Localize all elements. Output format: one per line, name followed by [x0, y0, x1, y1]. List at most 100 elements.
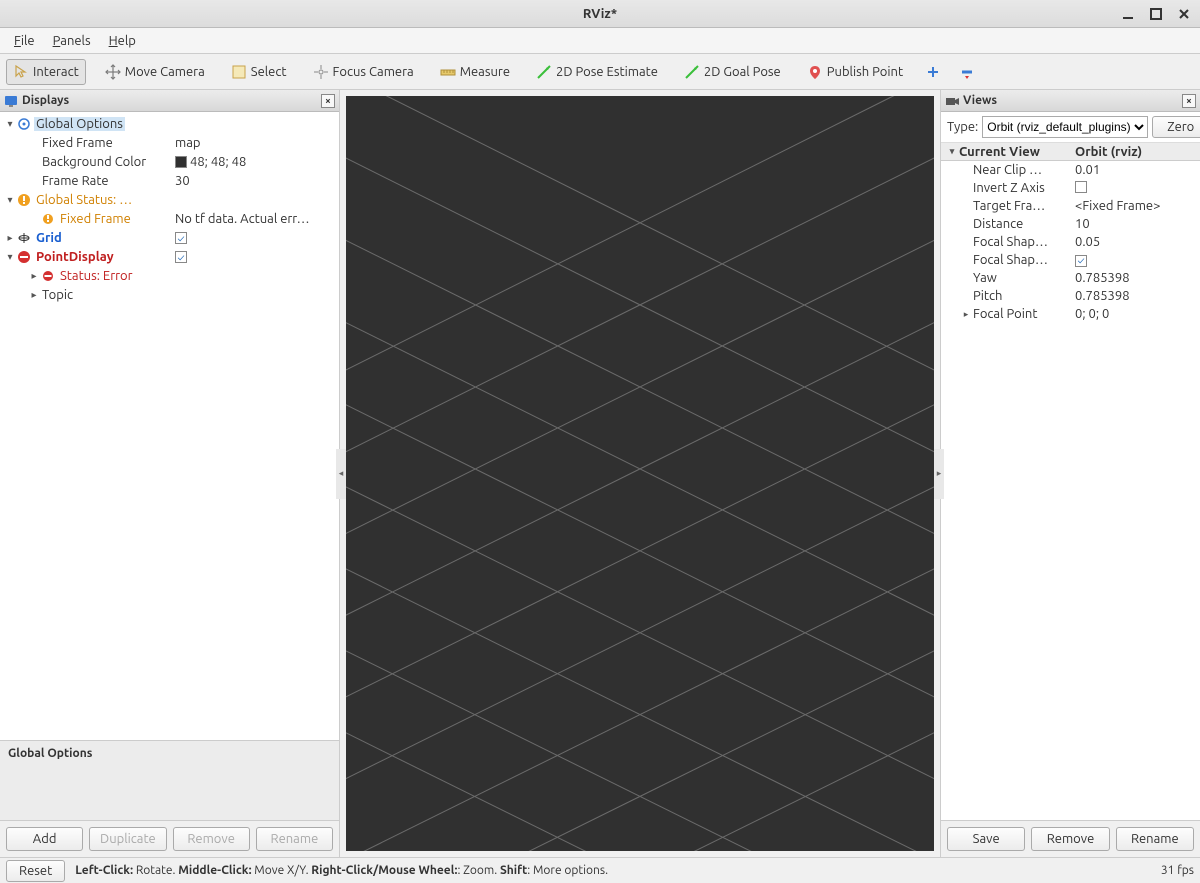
displays-buttons: Add Duplicate Remove Rename	[0, 820, 339, 857]
views-header[interactable]: Views ×	[941, 90, 1200, 112]
views-row[interactable]: Focal Shap… 0.05	[941, 233, 1200, 251]
grid-checkbox[interactable]: ✓	[175, 231, 187, 245]
views-row-key: Invert Z Axis	[973, 181, 1045, 195]
duplicate-button[interactable]: Duplicate	[89, 827, 166, 851]
views-close-icon[interactable]: ×	[1182, 94, 1196, 108]
frame-rate-label: Frame Rate	[40, 174, 111, 188]
pose-estimate-icon	[536, 64, 552, 80]
views-row[interactable]: Target Fra… <Fixed Frame>	[941, 197, 1200, 215]
menubar: File Panels Help	[0, 28, 1200, 54]
tool-publish-point[interactable]: Publish Point	[800, 59, 910, 85]
tool-select[interactable]: Select	[224, 59, 294, 85]
close-icon[interactable]	[1174, 6, 1194, 22]
left-splitter[interactable]: ◂	[336, 449, 346, 499]
bg-color-value: 48; 48; 48	[175, 155, 246, 169]
reset-button[interactable]: Reset	[6, 860, 65, 882]
pointdisplay-checkbox[interactable]: ✓	[175, 250, 187, 264]
views-title: Views	[963, 94, 997, 107]
tool-measure[interactable]: Measure	[433, 59, 517, 85]
camera-icon	[945, 94, 959, 108]
tree-global-options[interactable]: ▾ Global Options	[0, 114, 339, 133]
tool-publish-point-label: Publish Point	[827, 65, 903, 79]
views-row-value: 0; 0; 0	[1071, 307, 1200, 321]
displays-tree[interactable]: ▾ Global Options Fixed Frame map Backgro…	[0, 112, 339, 740]
views-row[interactable]: ▸Focal Point0; 0; 0	[941, 305, 1200, 323]
views-row[interactable]: Near Clip … 0.01	[941, 161, 1200, 179]
checkbox[interactable]	[1075, 181, 1087, 193]
tool-2d-pose-estimate[interactable]: 2D Pose Estimate	[529, 59, 665, 85]
description-title: Global Options	[8, 747, 331, 760]
pd-status-label: Status: Error	[58, 269, 135, 283]
tree-pd-status[interactable]: ▸ Status: Error	[0, 266, 339, 285]
views-row[interactable]: Yaw0.785398	[941, 269, 1200, 287]
frame-rate-value: 30	[175, 174, 190, 188]
3d-viewport[interactable]	[346, 96, 934, 851]
views-tree[interactable]: ▾Current View Orbit (rviz) Near Clip … 0.…	[941, 143, 1200, 820]
tool-move-camera-label: Move Camera	[125, 65, 205, 79]
gear-icon	[16, 116, 32, 132]
views-row-key: Focal Shap…	[973, 235, 1048, 249]
tool-interact-label: Interact	[33, 65, 79, 79]
views-row-key: Target Fra…	[973, 199, 1045, 213]
menu-file[interactable]: File	[6, 31, 43, 51]
views-row[interactable]: Invert Z Axis	[941, 179, 1200, 197]
add-button[interactable]: Add	[6, 827, 83, 851]
tool-move-camera[interactable]: Move Camera	[98, 59, 212, 85]
views-row-value: 0.01	[1071, 163, 1200, 177]
fps-label: 31 fps	[1161, 864, 1194, 877]
views-rename-button[interactable]: Rename	[1116, 827, 1194, 851]
displays-header[interactable]: Displays ×	[0, 90, 339, 112]
remove-button[interactable]: Remove	[173, 827, 250, 851]
views-row-key: Near Clip …	[973, 163, 1042, 177]
right-splitter[interactable]: ▸	[934, 449, 944, 499]
menu-panels[interactable]: Panels	[45, 31, 99, 51]
statusbar-hint: Left-Click: Rotate. Middle-Click: Move X…	[75, 864, 1151, 877]
views-row-value: 0.05	[1071, 235, 1200, 249]
minimize-icon[interactable]	[1118, 6, 1138, 22]
maximize-icon[interactable]	[1146, 6, 1166, 22]
window-controls	[1118, 6, 1194, 22]
tree-fixed-frame[interactable]: Fixed Frame map	[0, 133, 339, 152]
grid-label: Grid	[34, 231, 64, 245]
views-row-key: Distance	[973, 217, 1023, 231]
tool-focus-camera-label: Focus Camera	[333, 65, 414, 79]
tree-grid[interactable]: ▸ Grid ✓	[0, 228, 339, 247]
displays-title: Displays	[22, 94, 69, 107]
displays-close-icon[interactable]: ×	[321, 94, 335, 108]
tree-bg-color[interactable]: Background Color 48; 48; 48	[0, 152, 339, 171]
tree-pointdisplay[interactable]: ▾ PointDisplay ✓	[0, 247, 339, 266]
checkbox[interactable]: ✓	[1075, 255, 1087, 267]
tool-plus[interactable]	[922, 59, 944, 85]
views-type-label: Type:	[947, 120, 978, 134]
status-fixed-frame-label: Fixed Frame	[58, 212, 133, 226]
rename-button[interactable]: Rename	[256, 827, 333, 851]
tool-minus[interactable]	[956, 59, 978, 85]
grid-3d	[346, 96, 934, 851]
views-row-value: <Fixed Frame>	[1071, 199, 1200, 213]
goal-pose-icon	[684, 64, 700, 80]
views-row[interactable]: Distance10	[941, 215, 1200, 233]
tool-focus-camera[interactable]: Focus Camera	[306, 59, 421, 85]
tool-2d-goal-pose[interactable]: 2D Goal Pose	[677, 59, 788, 85]
move-camera-icon	[105, 64, 121, 80]
views-row-value: 0.785398	[1071, 289, 1200, 303]
tree-status-fixed-frame[interactable]: Fixed Frame No tf data. Actual err…	[0, 209, 339, 228]
tool-interact[interactable]: Interact	[6, 59, 86, 85]
main-area: Displays × ▾ Global Options Fixed Frame …	[0, 90, 1200, 857]
viewport-wrap: ◂ ▸	[340, 90, 940, 857]
views-remove-button[interactable]: Remove	[1031, 827, 1109, 851]
tree-global-status[interactable]: ▾ Global Status: …	[0, 190, 339, 209]
menu-help[interactable]: Help	[101, 31, 144, 51]
tree-frame-rate[interactable]: Frame Rate 30	[0, 171, 339, 190]
views-row[interactable]: Pitch0.785398	[941, 287, 1200, 305]
views-type-select[interactable]: Orbit (rviz_default_plugins)	[982, 116, 1148, 138]
views-header-row[interactable]: ▾Current View Orbit (rviz)	[941, 143, 1200, 161]
tree-global-options-label: Global Options	[34, 117, 125, 131]
zero-button[interactable]: Zero	[1152, 116, 1200, 138]
views-save-button[interactable]: Save	[947, 827, 1025, 851]
views-row[interactable]: Focal Shap…✓	[941, 251, 1200, 269]
focus-camera-icon	[313, 64, 329, 80]
bg-swatch	[175, 156, 187, 168]
tree-pd-topic[interactable]: ▸ Topic	[0, 285, 339, 304]
tool-measure-label: Measure	[460, 65, 510, 79]
